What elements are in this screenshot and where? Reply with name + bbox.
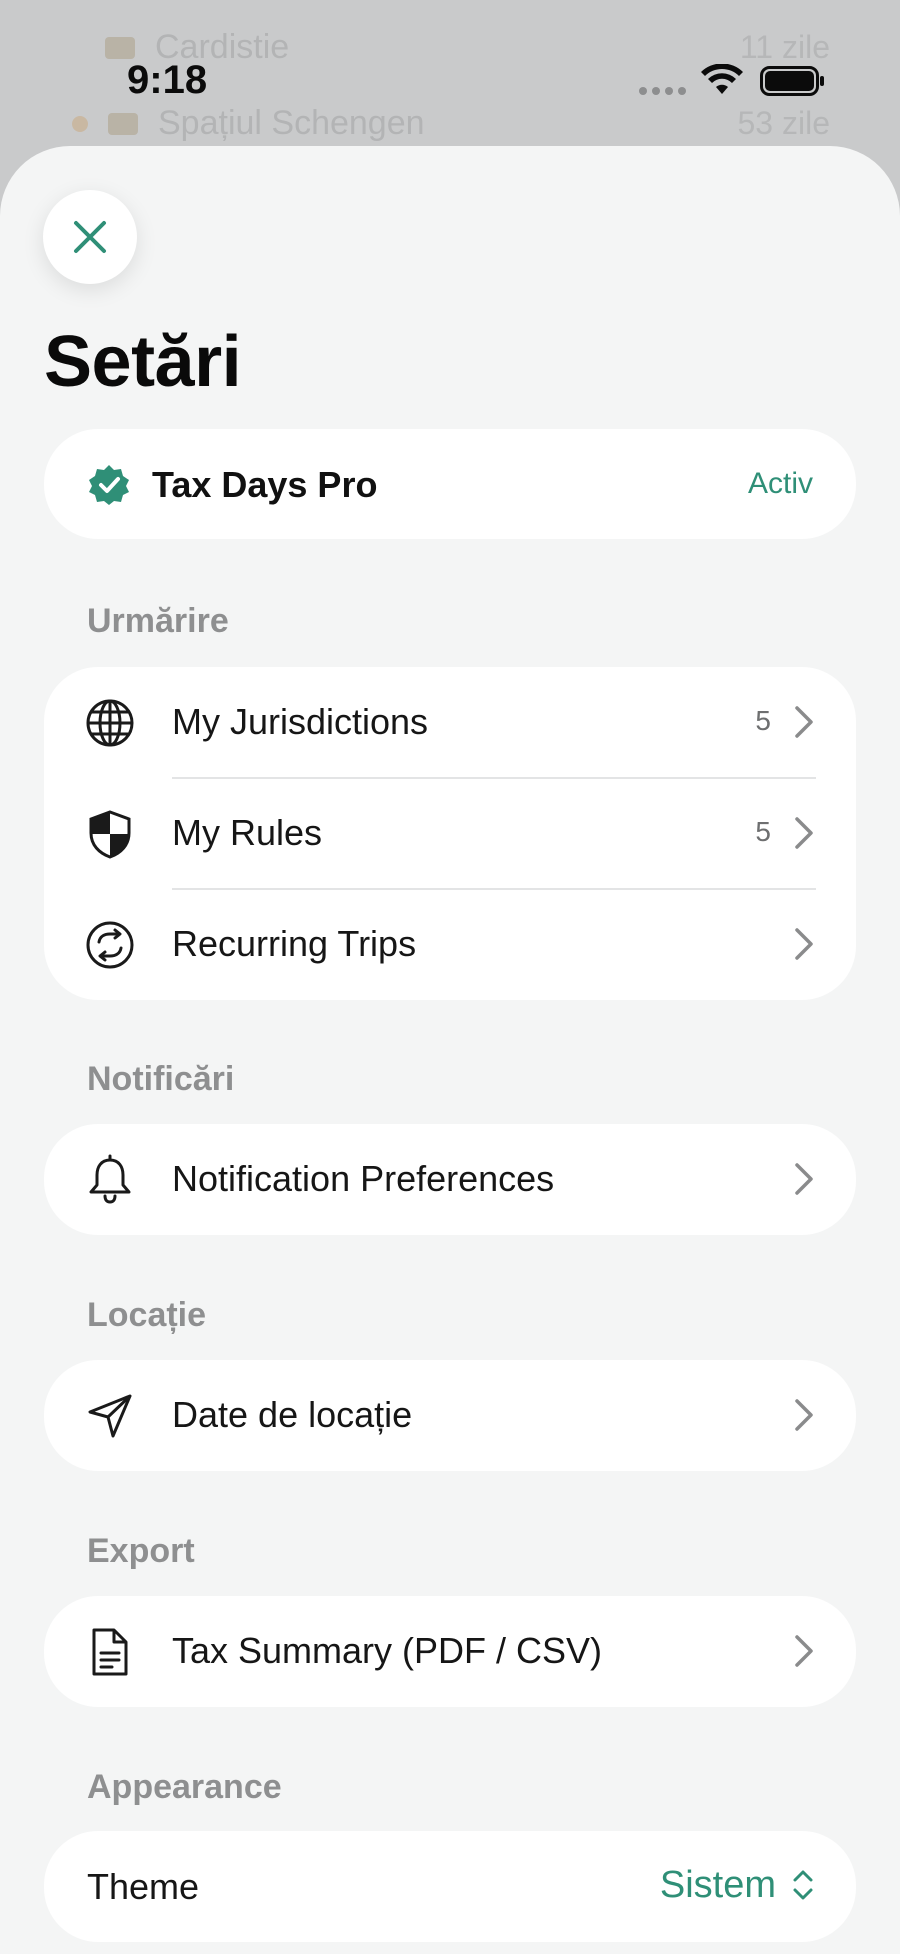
location-card: Date de locație xyxy=(44,1360,856,1471)
status-time: 9:18 xyxy=(127,58,208,102)
row-tax-summary[interactable]: Tax Summary (PDF / CSV) xyxy=(44,1596,856,1707)
theme-label: Theme xyxy=(87,1866,200,1907)
appearance-card: Theme Sistem xyxy=(44,1831,856,1942)
section-label-tracking: Urmărire xyxy=(87,602,229,640)
row-count: 5 xyxy=(755,816,771,847)
bell-icon xyxy=(89,1154,131,1204)
chevron-right-icon xyxy=(795,706,813,738)
close-icon xyxy=(74,221,106,253)
row-label: My Rules xyxy=(172,812,323,853)
document-icon xyxy=(92,1628,128,1676)
status-bar: 9:18 xyxy=(0,0,900,150)
row-recurring-trips[interactable]: Recurring Trips xyxy=(44,889,856,1000)
export-card: Tax Summary (PDF / CSV) xyxy=(44,1596,856,1707)
chevron-up-down-icon xyxy=(793,1870,813,1900)
chevron-right-icon xyxy=(795,1399,813,1431)
chevron-right-icon xyxy=(795,1163,813,1195)
wifi-icon xyxy=(701,64,743,94)
tracking-card: My Jurisdictions 5 My Rules 5 Recurring … xyxy=(44,667,856,1000)
pro-subscription-card[interactable]: Tax Days Pro Activ xyxy=(44,429,856,539)
recurring-arrows-icon xyxy=(86,921,134,969)
row-label: Tax Summary (PDF / CSV) xyxy=(172,1630,603,1671)
row-theme[interactable]: Theme Sistem xyxy=(44,1831,856,1942)
shield-icon xyxy=(89,810,131,859)
row-my-rules[interactable]: My Rules 5 xyxy=(44,778,856,889)
section-label-appearance: Appearance xyxy=(87,1768,282,1806)
chevron-right-icon xyxy=(795,928,813,960)
close-button[interactable] xyxy=(43,190,137,284)
row-label: Recurring Trips xyxy=(172,923,417,964)
row-my-jurisdictions[interactable]: My Jurisdictions 5 xyxy=(44,667,856,778)
row-count: 5 xyxy=(755,705,771,736)
battery-icon xyxy=(760,66,824,96)
notifications-card: Notification Preferences xyxy=(44,1124,856,1235)
chevron-right-icon xyxy=(795,1635,813,1667)
row-label: My Jurisdictions xyxy=(172,701,429,742)
row-label: Date de locație xyxy=(172,1394,413,1435)
row-label: Notification Preferences xyxy=(172,1158,555,1199)
row-location-data[interactable]: Date de locație xyxy=(44,1360,856,1471)
pro-status: Activ xyxy=(747,467,813,500)
settings-sheet: Setări Tax Days Pro Activ Urmărire My Ju… xyxy=(0,146,900,1954)
pro-name: Tax Days Pro xyxy=(152,464,378,505)
row-notification-preferences[interactable]: Notification Preferences xyxy=(44,1124,856,1235)
verified-badge-icon xyxy=(89,465,129,505)
section-label-export: Export xyxy=(87,1532,195,1570)
cellular-signal-icon xyxy=(639,87,686,95)
chevron-right-icon xyxy=(795,817,813,849)
theme-picker[interactable]: Sistem xyxy=(660,1864,776,1907)
page-title: Setări xyxy=(44,322,242,402)
location-arrow-icon xyxy=(88,1394,132,1438)
section-label-location: Locație xyxy=(87,1296,207,1334)
globe-icon xyxy=(86,699,134,747)
section-label-notifications: Notificări xyxy=(87,1060,235,1098)
